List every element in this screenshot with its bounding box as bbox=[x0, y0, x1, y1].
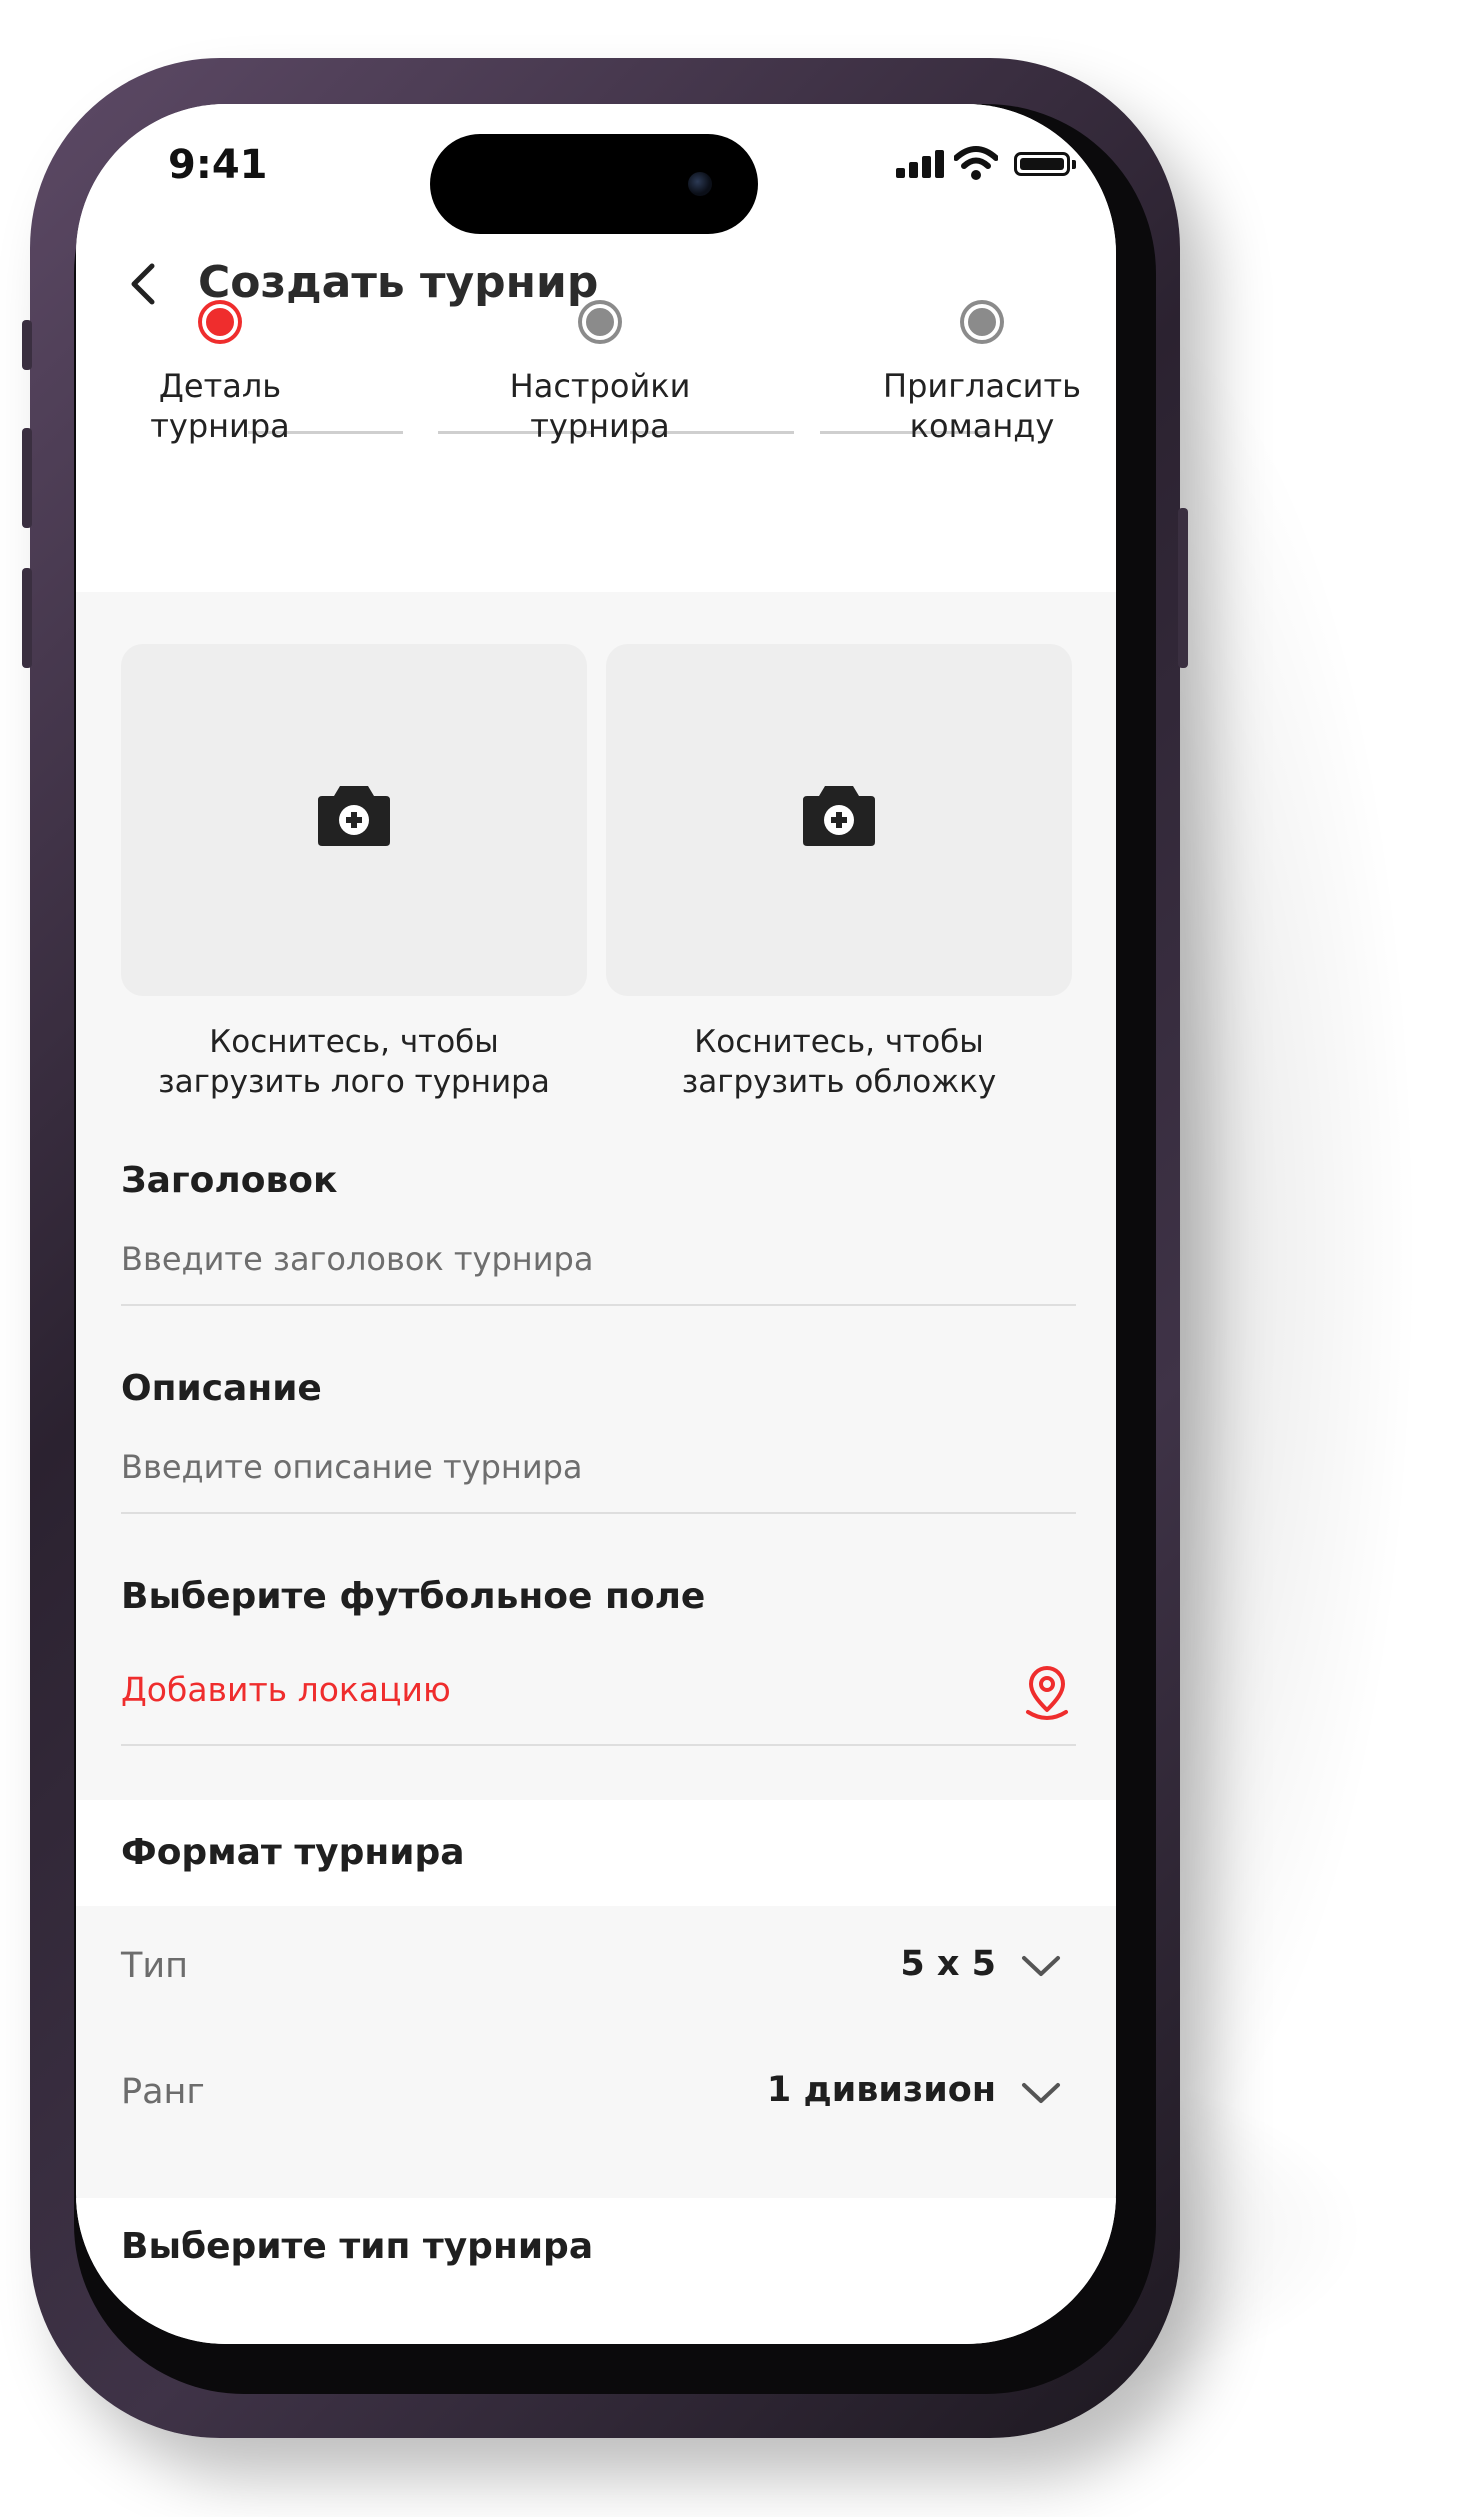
cellular-signal-icon bbox=[896, 148, 946, 178]
format-heading: Формат турнира bbox=[121, 1832, 465, 1873]
step-label: Пригласить команду bbox=[883, 367, 1081, 445]
step-invite-team[interactable]: Пригласить команду bbox=[872, 221, 1092, 446]
wifi-icon bbox=[954, 146, 998, 180]
chevron-down-icon[interactable] bbox=[1016, 1952, 1066, 1982]
add-location-link[interactable]: Добавить локацию bbox=[121, 1670, 451, 1709]
format-rank-label: Ранг bbox=[121, 2072, 205, 2112]
action-button bbox=[22, 320, 32, 370]
tournament-type-band bbox=[76, 2198, 1116, 2344]
power-button bbox=[1178, 508, 1188, 668]
step-dot bbox=[582, 304, 618, 340]
app-screen: 9:41 Создать турнир Деталь турнира Настр… bbox=[76, 104, 1116, 2344]
chevron-down-icon[interactable] bbox=[1016, 2079, 1066, 2109]
tournament-type-heading: Выберите тип турнира bbox=[121, 2226, 594, 2267]
volume-down-button bbox=[22, 568, 32, 668]
title-divider bbox=[121, 1304, 1076, 1306]
step-tournament-settings[interactable]: Настройки турнира bbox=[490, 221, 710, 446]
format-type-label: Тип bbox=[121, 1946, 189, 1986]
battery-icon bbox=[1014, 152, 1070, 176]
football-field-label: Выберите футбольное поле bbox=[121, 1576, 706, 1617]
status-time: 9:41 bbox=[168, 142, 268, 188]
format-rank-value: 1 дивизион bbox=[766, 2070, 996, 2110]
map-pin-icon[interactable] bbox=[1020, 1662, 1074, 1724]
upload-logo-caption: Коснитесь, чтобы загрузить лого турнира bbox=[158, 1024, 550, 1100]
title-input[interactable] bbox=[121, 1229, 1076, 1289]
title-label: Заголовок bbox=[121, 1160, 338, 1201]
description-label: Описание bbox=[121, 1368, 322, 1409]
upload-cover-caption: Коснитесь, чтобы загрузить обложку bbox=[681, 1024, 997, 1100]
dynamic-island bbox=[430, 134, 758, 234]
description-divider bbox=[121, 1512, 1076, 1514]
front-camera bbox=[688, 172, 712, 196]
step-label: Настройки турнира bbox=[509, 367, 691, 445]
format-type-value: 5 x 5 bbox=[900, 1944, 996, 1984]
battery-tip bbox=[1072, 160, 1076, 169]
step-label: Деталь турнира bbox=[150, 367, 290, 445]
description-input[interactable] bbox=[121, 1437, 1076, 1497]
camera-plus-icon bbox=[318, 786, 390, 846]
step-tournament-details[interactable]: Деталь турнира bbox=[110, 221, 330, 446]
upload-cover-tile[interactable] bbox=[606, 644, 1072, 996]
step-dot-active bbox=[202, 304, 238, 340]
location-divider bbox=[121, 1744, 1076, 1746]
camera-plus-icon bbox=[803, 786, 875, 846]
volume-up-button bbox=[22, 428, 32, 528]
step-dot bbox=[964, 304, 1000, 340]
upload-logo-tile[interactable] bbox=[121, 644, 587, 996]
